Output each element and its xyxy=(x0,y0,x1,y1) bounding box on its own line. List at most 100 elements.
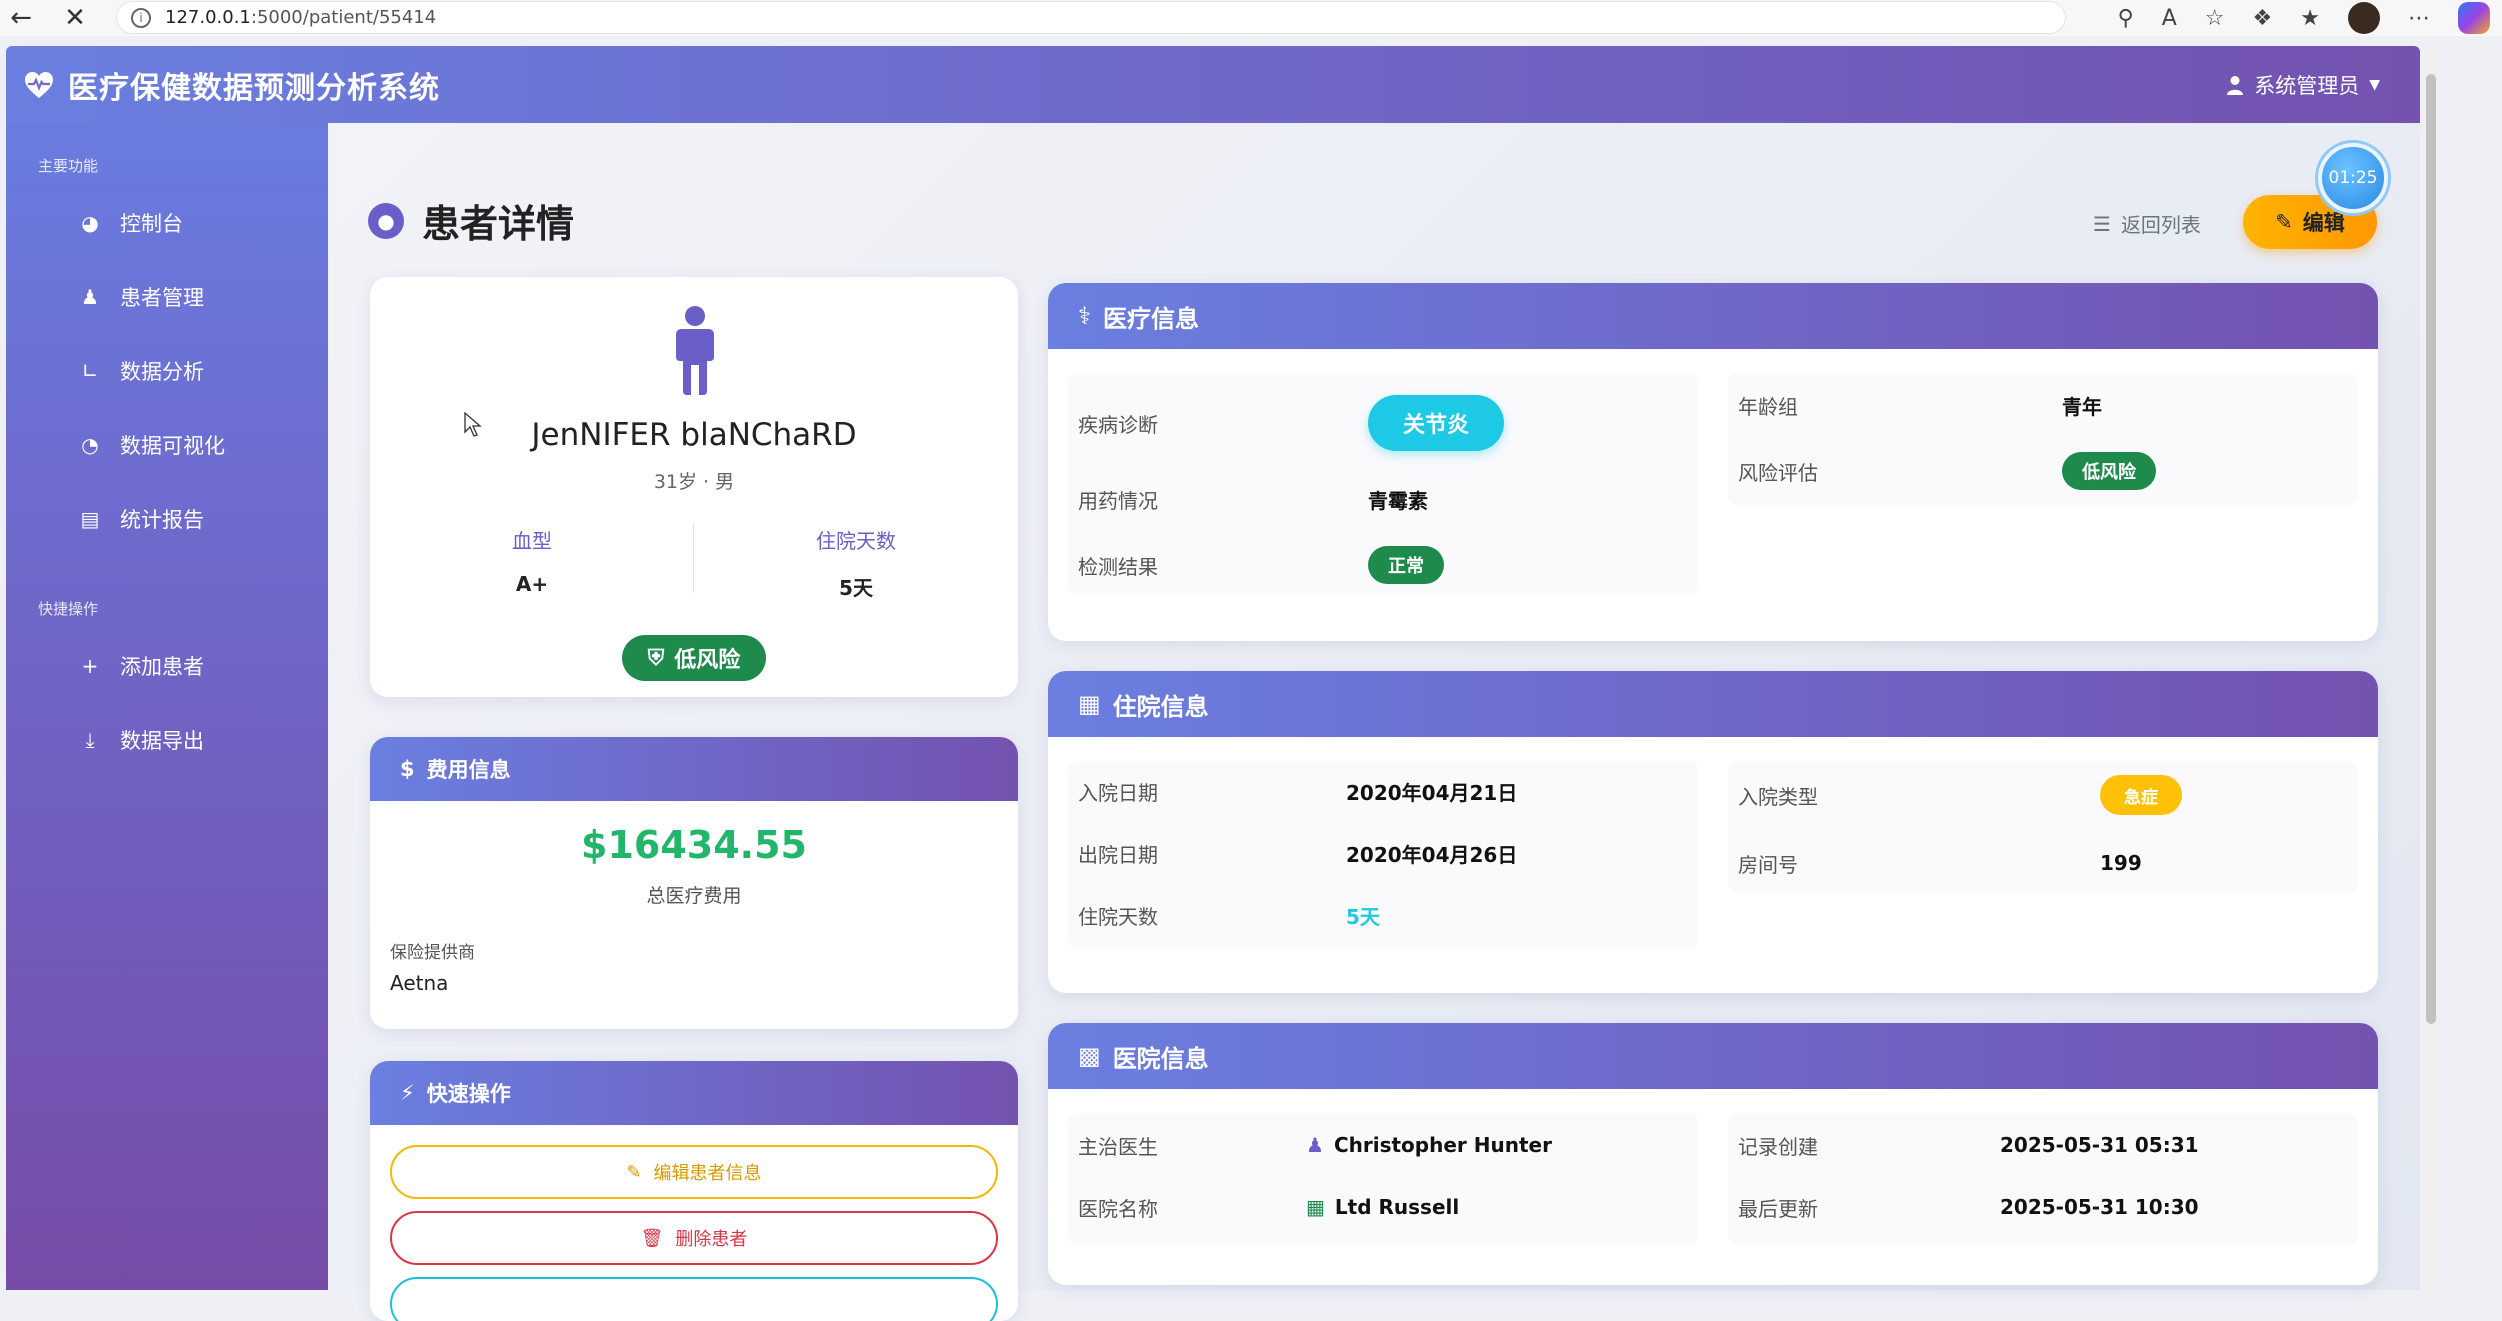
last-updated-value: 2025-05-31 10:30 xyxy=(2000,1195,2199,1219)
caret-down-icon: ▼ xyxy=(2369,76,2380,93)
sidebar-item-label: 数据可视化 xyxy=(120,434,225,458)
sidebar-item-label: 添加患者 xyxy=(120,655,204,679)
blood-type-label: 血型 xyxy=(512,529,552,553)
site-info-icon[interactable]: i xyxy=(131,7,151,28)
chart-bar-icon: ∟ xyxy=(81,359,99,383)
doctor-value: Christopher Hunter xyxy=(1333,1133,1552,1157)
doctor-icon: ♟ xyxy=(1306,1133,1324,1157)
extensions-icon[interactable]: ❖ xyxy=(2253,6,2273,31)
sidebar-item-analysis[interactable]: ∟ 数据分析 xyxy=(6,334,328,408)
hospitalization-right-panel: 入院类型 急症 房间号 199 xyxy=(1728,761,2358,893)
sidebar-section-quick: 快捷操作 xyxy=(38,600,99,618)
browser-toolbar: ← ✕ i 127.0.0.1:5000/patient/55414 ⚲ A ☆… xyxy=(0,0,2502,36)
test-result-row: 检测结果 正常 xyxy=(1078,545,1444,585)
hospital-icon: ▩ xyxy=(1078,1042,1101,1070)
risk-assessment-badge: 低风险 xyxy=(2062,452,2156,490)
page-scrollbar[interactable] xyxy=(2422,46,2440,1290)
edit-button-label: 编辑 xyxy=(2302,211,2345,235)
admit-date-row: 入院日期 2020年04月21日 xyxy=(1078,771,1517,811)
room-number-row: 房间号 199 xyxy=(1738,843,2142,883)
delete-patient-label: 删除患者 xyxy=(675,1229,748,1250)
doctor-row: 主治医生 ♟ Christopher Hunter xyxy=(1078,1125,1552,1165)
admit-date-value: 2020年04月21日 xyxy=(1346,780,1518,805)
more-menu-icon[interactable]: ⋯ xyxy=(2408,6,2430,31)
document-icon: ▤ xyxy=(80,507,100,531)
scrollbar-thumb[interactable] xyxy=(2426,74,2436,1024)
stop-loading-icon[interactable]: ✕ xyxy=(54,0,96,36)
hospital-right-panel: 记录创建 2025-05-31 05:31 最后更新 2025-05-31 10… xyxy=(1728,1113,2358,1245)
room-number-label: 房间号 xyxy=(1738,852,1798,877)
trash-icon: 🗑 xyxy=(640,1227,664,1249)
edit-patient-button[interactable]: ✎ 编辑患者信息 xyxy=(390,1145,998,1199)
mouse-cursor-icon xyxy=(464,412,482,437)
sidebar-item-dashboard[interactable]: ◕ 控制台 xyxy=(6,186,328,260)
quick-actions-card: ⚡ 快速操作 ✎ 编辑患者信息 🗑 删除患者 xyxy=(370,1061,1018,1321)
medical-card-title: 医疗信息 xyxy=(1102,304,1199,333)
hospital-card-title: 医院信息 xyxy=(1112,1044,1209,1073)
medical-left-panel: 疾病诊断 关节炎 用药情况 青霉素 检测结果 正常 xyxy=(1068,373,1698,595)
hospital-left-panel: 主治医生 ♟ Christopher Hunter 医院名称 ▦ Ltd Russe… xyxy=(1068,1113,1698,1245)
dollar-icon: $ xyxy=(400,757,415,781)
timer-badge[interactable]: 01:25 xyxy=(2318,143,2388,213)
edit-icon: ✎ xyxy=(626,1161,642,1183)
medication-value: 青霉素 xyxy=(1368,488,1428,513)
pie-chart-icon: ◔ xyxy=(81,433,99,457)
read-aloud-icon[interactable]: A xyxy=(2162,6,2177,31)
sidebar-item-label: 数据分析 xyxy=(120,360,204,384)
blood-type-value: A+ xyxy=(515,572,549,596)
quick-actions-header: ⚡ 快速操作 xyxy=(370,1061,1018,1125)
age-group-value: 青年 xyxy=(2062,394,2102,419)
browser-tools: ⚲ A ☆ ❖ ★ ⋯ xyxy=(2118,0,2502,36)
admission-type-row: 入院类型 急症 xyxy=(1738,775,2182,815)
list-icon: ☰ xyxy=(2093,211,2111,236)
sidebar-item-visualization[interactable]: ◔ 数据可视化 xyxy=(6,408,328,482)
favorite-star-icon[interactable]: ☆ xyxy=(2205,6,2225,31)
third-action-button[interactable] xyxy=(390,1277,998,1321)
delete-patient-button[interactable]: 🗑 删除患者 xyxy=(390,1211,998,1265)
fee-card-title: 费用信息 xyxy=(426,758,511,782)
medication-row: 用药情况 青霉素 xyxy=(1078,479,1428,519)
hospital-name-value: Ltd Russell xyxy=(1334,1195,1460,1219)
admission-type-badge: 急症 xyxy=(2100,775,2182,815)
stay-days-stat: 住院天数 5天 xyxy=(694,525,1018,601)
back-arrow-icon[interactable]: ← xyxy=(0,0,42,36)
sidebar-item-label: 数据导出 xyxy=(120,729,204,753)
risk-assessment-row: 风险评估 低风险 xyxy=(1738,451,2156,491)
user-circle-icon: ● xyxy=(368,202,404,239)
discharge-date-label: 出院日期 xyxy=(1078,842,1158,867)
edit-icon: ✎ xyxy=(2275,210,2293,234)
page-title: ● 患者详情 xyxy=(368,193,574,248)
test-result-badge: 正常 xyxy=(1368,546,1444,584)
total-fee-amount: $16434.55 xyxy=(581,823,807,867)
heartbeat-icon xyxy=(22,68,56,102)
gauge-icon: ◕ xyxy=(81,211,99,235)
copilot-icon[interactable] xyxy=(2458,2,2490,34)
user-icon xyxy=(2227,75,2244,95)
age-group-label: 年龄组 xyxy=(1738,394,1798,419)
user-menu[interactable]: 系统管理员 ▼ xyxy=(2226,46,2380,123)
sidebar-item-patients[interactable]: ♟ 患者管理 xyxy=(6,260,328,334)
medical-card-header: ⚕ 医疗信息 xyxy=(1048,283,2378,349)
url-host: 127.0.0.1 xyxy=(165,7,251,28)
profile-avatar-icon[interactable] xyxy=(2348,2,2380,34)
medical-info-card: ⚕ 医疗信息 疾病诊断 关节炎 用药情况 青霉素 检测结果 正常 年龄组 青年 xyxy=(1048,283,2378,641)
stay-days-label: 住院天数 xyxy=(816,529,896,553)
hospitalization-card: ▦ 住院信息 入院日期 2020年04月21日 出院日期 2020年04月26日… xyxy=(1048,671,2378,993)
address-bar[interactable]: i 127.0.0.1:5000/patient/55414 xyxy=(116,1,2066,34)
sidebar-item-label: 患者管理 xyxy=(120,286,204,310)
sidebar-item-reports[interactable]: ▤ 统计报告 xyxy=(6,482,328,556)
bolt-icon: ⚡ xyxy=(400,1081,415,1105)
sidebar-item-label: 统计报告 xyxy=(120,508,204,532)
test-result-label: 检测结果 xyxy=(1078,554,1158,579)
sidebar-item-export[interactable]: ⤓ 数据导出 xyxy=(6,703,328,777)
stay-days-row: 住院天数 5天 xyxy=(1078,895,1380,935)
stay-days-row-value: 5天 xyxy=(1346,904,1380,929)
app-title[interactable]: 医疗保健数据预测分析系统 xyxy=(68,63,440,107)
zoom-out-icon[interactable]: ⚲ xyxy=(2118,6,2134,31)
back-to-list-button[interactable]: ☰ 返回列表 xyxy=(2093,209,2201,238)
favorites-list-icon[interactable]: ★ xyxy=(2300,6,2320,31)
risk-assessment-label: 风险评估 xyxy=(1738,460,1818,485)
last-updated-row: 最后更新 2025-05-31 10:30 xyxy=(1738,1187,2199,1227)
sidebar-item-add-patient[interactable]: + 添加患者 xyxy=(6,629,328,703)
fee-card-header: $ 费用信息 xyxy=(370,737,1018,801)
